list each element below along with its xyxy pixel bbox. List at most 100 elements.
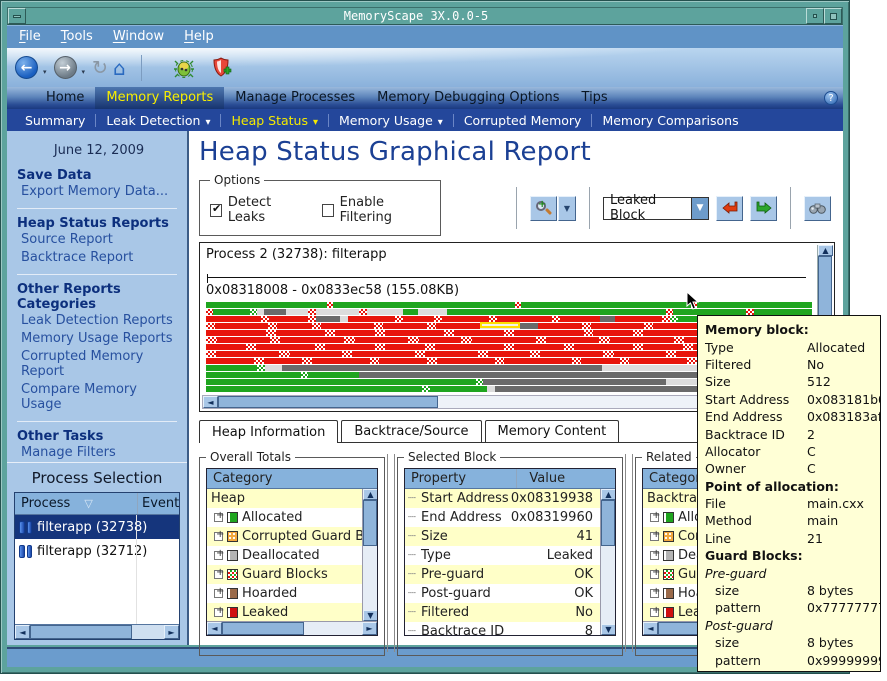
enable-filtering-checkbox[interactable] <box>322 204 334 217</box>
expand-icon[interactable] <box>650 513 659 522</box>
subnav-item-summary[interactable]: Summary <box>15 113 95 128</box>
minimize-button[interactable] <box>806 8 824 24</box>
heap-block[interactable] <box>593 330 633 336</box>
property-row-start-address[interactable]: Start Address0x08319938 <box>405 489 600 508</box>
heap-block[interactable] <box>264 309 286 315</box>
heap-block[interactable] <box>603 351 613 357</box>
heap-block[interactable] <box>312 323 321 329</box>
heap-block[interactable] <box>355 337 408 343</box>
tab-memory-content[interactable]: Memory Content <box>485 420 620 442</box>
home-button[interactable]: ⌂ <box>113 58 126 78</box>
heap-block[interactable] <box>206 386 422 392</box>
heap-block[interactable] <box>599 337 610 343</box>
heap-block[interactable] <box>206 372 301 378</box>
heap-block[interactable] <box>335 330 375 336</box>
heap-block[interactable] <box>374 323 383 329</box>
heap-block[interactable] <box>206 344 246 350</box>
heap-block[interactable] <box>434 316 442 322</box>
search-button[interactable] <box>804 196 831 221</box>
heap-block[interactable] <box>614 351 666 357</box>
heap-block[interactable] <box>217 337 270 343</box>
heap-block[interactable] <box>333 302 515 308</box>
heap-block[interactable] <box>483 379 666 385</box>
heap-block[interactable] <box>504 330 514 336</box>
heap-block[interactable] <box>620 358 630 364</box>
heap-block[interactable] <box>643 344 683 350</box>
heap-block[interactable] <box>375 330 385 336</box>
heap-block[interactable] <box>312 358 370 364</box>
tree-row-guard-blocks[interactable]: Guard Blocks <box>207 565 377 584</box>
heap-block[interactable] <box>425 344 435 350</box>
expand-icon[interactable] <box>214 513 223 522</box>
heap-block[interactable] <box>600 316 616 322</box>
heap-block[interactable] <box>436 323 480 329</box>
pane-splitter[interactable] <box>387 454 395 652</box>
enable-filtering-option[interactable]: Enable Filtering <box>322 195 430 225</box>
scroll-right-icon[interactable] <box>362 622 377 635</box>
menu-item-file[interactable]: File <box>19 29 41 44</box>
heap-block[interactable] <box>342 351 352 357</box>
property-row-filtered[interactable]: FilteredNo <box>405 603 600 622</box>
expand-icon[interactable] <box>650 608 659 617</box>
heap-block[interactable] <box>697 302 812 308</box>
heap-block[interactable] <box>290 351 342 357</box>
heap-block[interactable] <box>301 372 308 378</box>
property-row-type[interactable]: TypeLeaked <box>405 546 600 565</box>
heap-block[interactable] <box>206 351 216 357</box>
value-column-header[interactable]: Value <box>516 469 615 488</box>
scroll-down-icon[interactable] <box>601 624 616 635</box>
tab-memory-reports[interactable]: Memory Reports <box>95 87 224 109</box>
menu-item-tools[interactable]: Tools <box>61 29 93 44</box>
heap-block[interactable] <box>670 316 678 322</box>
sidebar-item-export-memory-data[interactable]: Export Memory Data... <box>17 183 181 201</box>
heap-block[interactable] <box>321 323 374 329</box>
heap-block[interactable] <box>572 358 582 364</box>
heap-block[interactable] <box>206 302 327 308</box>
heap-block[interactable] <box>280 337 344 343</box>
heap-block[interactable] <box>427 358 437 364</box>
heap-block[interactable] <box>383 323 427 329</box>
scroll-down-icon[interactable] <box>363 610 378 621</box>
heap-block[interactable] <box>340 316 348 322</box>
process-column-header[interactable]: Process ▽ <box>15 496 137 511</box>
heap-block[interactable] <box>206 358 254 364</box>
heap-block[interactable] <box>246 344 256 350</box>
expand-icon[interactable] <box>214 532 223 541</box>
window-menu-button[interactable] <box>8 8 26 24</box>
heap-block[interactable] <box>265 365 282 371</box>
heap-block[interactable] <box>495 358 505 364</box>
heap-block[interactable] <box>666 351 676 357</box>
tab-backtrace-source[interactable]: Backtrace/Source <box>341 420 481 442</box>
property-vscrollbar[interactable] <box>600 489 615 635</box>
heap-block[interactable] <box>257 309 264 315</box>
heap-block[interactable] <box>316 309 360 315</box>
heap-block[interactable] <box>504 358 571 364</box>
expand-icon[interactable] <box>214 551 223 560</box>
heap-block[interactable] <box>325 330 335 336</box>
tree-root-row[interactable]: Heap <box>207 489 377 508</box>
heap-block[interactable] <box>454 330 504 336</box>
heap-block[interactable] <box>683 344 693 350</box>
heap-block[interactable] <box>427 323 436 329</box>
heap-block[interactable] <box>422 386 429 392</box>
sidebar-item-memory-usage-reports[interactable]: Memory Usage Reports <box>17 330 181 348</box>
heap-block[interactable] <box>666 309 673 315</box>
expand-icon[interactable] <box>214 589 223 598</box>
heap-block[interactable] <box>315 344 325 350</box>
heap-block[interactable] <box>395 316 403 322</box>
heap-block[interactable] <box>444 330 454 336</box>
help-button[interactable]: ? <box>824 91 838 105</box>
pane-splitter[interactable] <box>625 454 633 652</box>
heap-block[interactable] <box>308 372 359 378</box>
heap-block[interactable] <box>687 358 697 364</box>
heap-block[interactable] <box>316 316 340 322</box>
heap-block[interactable] <box>215 323 268 329</box>
heap-block[interactable] <box>250 309 257 315</box>
scroll-left-icon[interactable] <box>203 396 218 408</box>
sidebar-item-leak-detection-reports[interactable]: Leak Detection Reports <box>17 312 181 330</box>
subnav-item-memory-usage[interactable]: Memory Usage <box>329 113 453 128</box>
sidebar-item-compare-memory-usage[interactable]: Compare Memory Usage <box>17 381 181 414</box>
heap-block[interactable] <box>206 337 217 343</box>
heap-block[interactable] <box>520 323 538 329</box>
heap-block[interactable] <box>629 358 687 364</box>
